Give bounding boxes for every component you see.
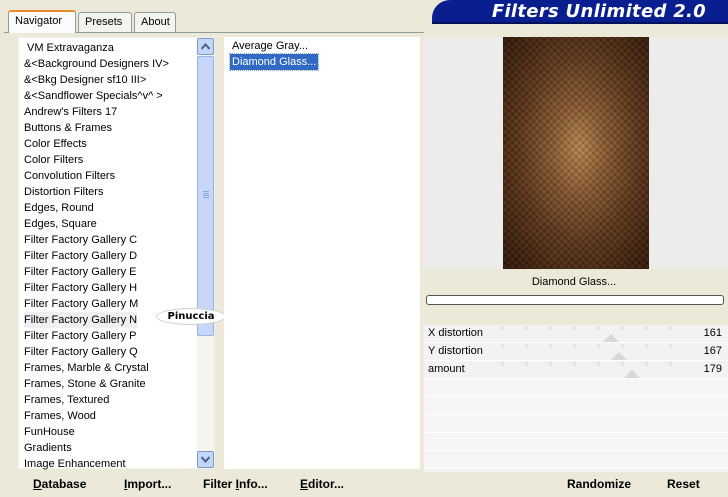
scroll-up-button[interactable] xyxy=(197,38,214,55)
tab-presets[interactable]: Presets xyxy=(78,12,132,32)
category-item[interactable]: VM Extravaganza xyxy=(27,40,114,56)
category-item[interactable]: Edges, Square xyxy=(24,216,97,232)
category-item[interactable]: Gradients xyxy=(24,440,72,456)
slider-track xyxy=(502,344,694,348)
category-item[interactable]: Filter Factory Gallery C xyxy=(24,232,137,248)
category-item[interactable]: Color Filters xyxy=(24,152,83,168)
title-banner: Filters Unlimited 2.0 xyxy=(432,0,728,24)
parameter-sliders: X distortion161Y distortion167amount179p… xyxy=(424,325,728,487)
category-item[interactable]: FunHouse xyxy=(24,424,75,440)
tab-navigator[interactable]: Navigator xyxy=(8,10,76,33)
category-item[interactable]: Filter Factory Gallery Q xyxy=(24,344,138,360)
filter-item[interactable]: Diamond Glass... xyxy=(228,53,320,71)
category-item[interactable]: Frames, Wood xyxy=(24,408,96,424)
progress-bar xyxy=(426,295,724,305)
category-item[interactable]: Image Enhancement xyxy=(24,456,126,472)
parameter-row[interactable]: X distortion 161 xyxy=(424,325,728,343)
parameter-row[interactable]: amount 179 xyxy=(424,361,728,379)
filter-list[interactable]: Average Gray... Diamond Glass... xyxy=(224,37,420,469)
empty-parameter-row xyxy=(424,397,728,415)
database-button[interactable]: Database xyxy=(33,476,86,492)
category-list[interactable]: VM Extravaganza &<Background Designers IV… xyxy=(18,37,215,472)
parameter-value: 167 xyxy=(703,345,722,357)
parameter-value: 179 xyxy=(703,363,722,375)
category-item[interactable]: Distortion Filters xyxy=(24,184,103,200)
category-item[interactable]: Color Effects xyxy=(24,136,87,152)
chevron-down-icon xyxy=(201,456,210,463)
preview-image xyxy=(503,37,649,269)
parameter-label: X distortion xyxy=(428,327,484,339)
category-item[interactable]: &<Background Designers IV> xyxy=(24,56,169,72)
slider-thumb[interactable] xyxy=(603,334,620,342)
empty-parameter-row xyxy=(424,379,728,397)
category-item[interactable]: &<Sandflower Specials^v^ > xyxy=(24,88,163,104)
category-item[interactable]: Filter Factory Gallery N xyxy=(24,312,138,328)
category-item[interactable]: Buttons & Frames xyxy=(24,120,112,136)
category-item[interactable]: Filter Factory Gallery M xyxy=(24,296,138,312)
category-item[interactable]: Edges, Round xyxy=(24,200,94,216)
tab-strip: Navigator Presets About xyxy=(4,10,424,33)
app-title: Filters Unlimited 2.0 xyxy=(491,1,706,22)
parameter-label: amount xyxy=(428,363,465,375)
empty-parameter-row xyxy=(424,451,728,469)
category-item[interactable]: Frames, Stone & Granite xyxy=(24,376,146,392)
empty-parameter-row xyxy=(424,415,728,433)
slider-thumb[interactable] xyxy=(623,370,640,378)
filter-info-button[interactable]: Filter Info... xyxy=(203,476,268,492)
watermark-logo: Pinuccia xyxy=(156,308,226,325)
category-item[interactable]: Filter Factory Gallery H xyxy=(24,280,137,296)
scroll-down-button[interactable] xyxy=(197,451,214,468)
reset-button[interactable]: Reset xyxy=(667,476,700,492)
filter-item[interactable]: Average Gray... xyxy=(230,38,310,54)
category-item[interactable]: Andrew's Filters 17 xyxy=(24,104,117,120)
randomize-button[interactable]: Randomize xyxy=(567,476,631,492)
category-item[interactable]: Frames, Textured xyxy=(24,392,109,408)
preview-filter-name: Diamond Glass... xyxy=(531,276,617,288)
slider-track xyxy=(502,362,694,366)
parameter-label: Y distortion xyxy=(428,345,483,357)
category-item[interactable]: Filter Factory Gallery D xyxy=(24,248,137,264)
category-item[interactable]: Filter Factory Gallery E xyxy=(24,264,136,280)
category-item[interactable]: &<Bkg Designer sf10 III> xyxy=(24,72,146,88)
category-item[interactable]: Frames, Marble & Crystal xyxy=(24,360,149,376)
scroll-thumb[interactable] xyxy=(197,56,214,336)
preview-pane xyxy=(424,37,728,269)
slider-thumb[interactable] xyxy=(610,352,627,360)
category-item[interactable]: Filter Factory Gallery P xyxy=(24,328,136,344)
parameter-value: 161 xyxy=(703,327,722,339)
parameter-row[interactable]: Y distortion 167 xyxy=(424,343,728,361)
category-scrollbar[interactable] xyxy=(197,38,214,468)
empty-parameter-row xyxy=(424,433,728,451)
import-button[interactable]: Import... xyxy=(124,476,171,492)
editor-button[interactable]: Editor... xyxy=(300,476,344,492)
slider-track xyxy=(502,326,694,330)
chevron-up-icon xyxy=(201,43,210,50)
category-item[interactable]: Convolution Filters xyxy=(24,168,115,184)
tab-about[interactable]: About xyxy=(134,12,176,32)
